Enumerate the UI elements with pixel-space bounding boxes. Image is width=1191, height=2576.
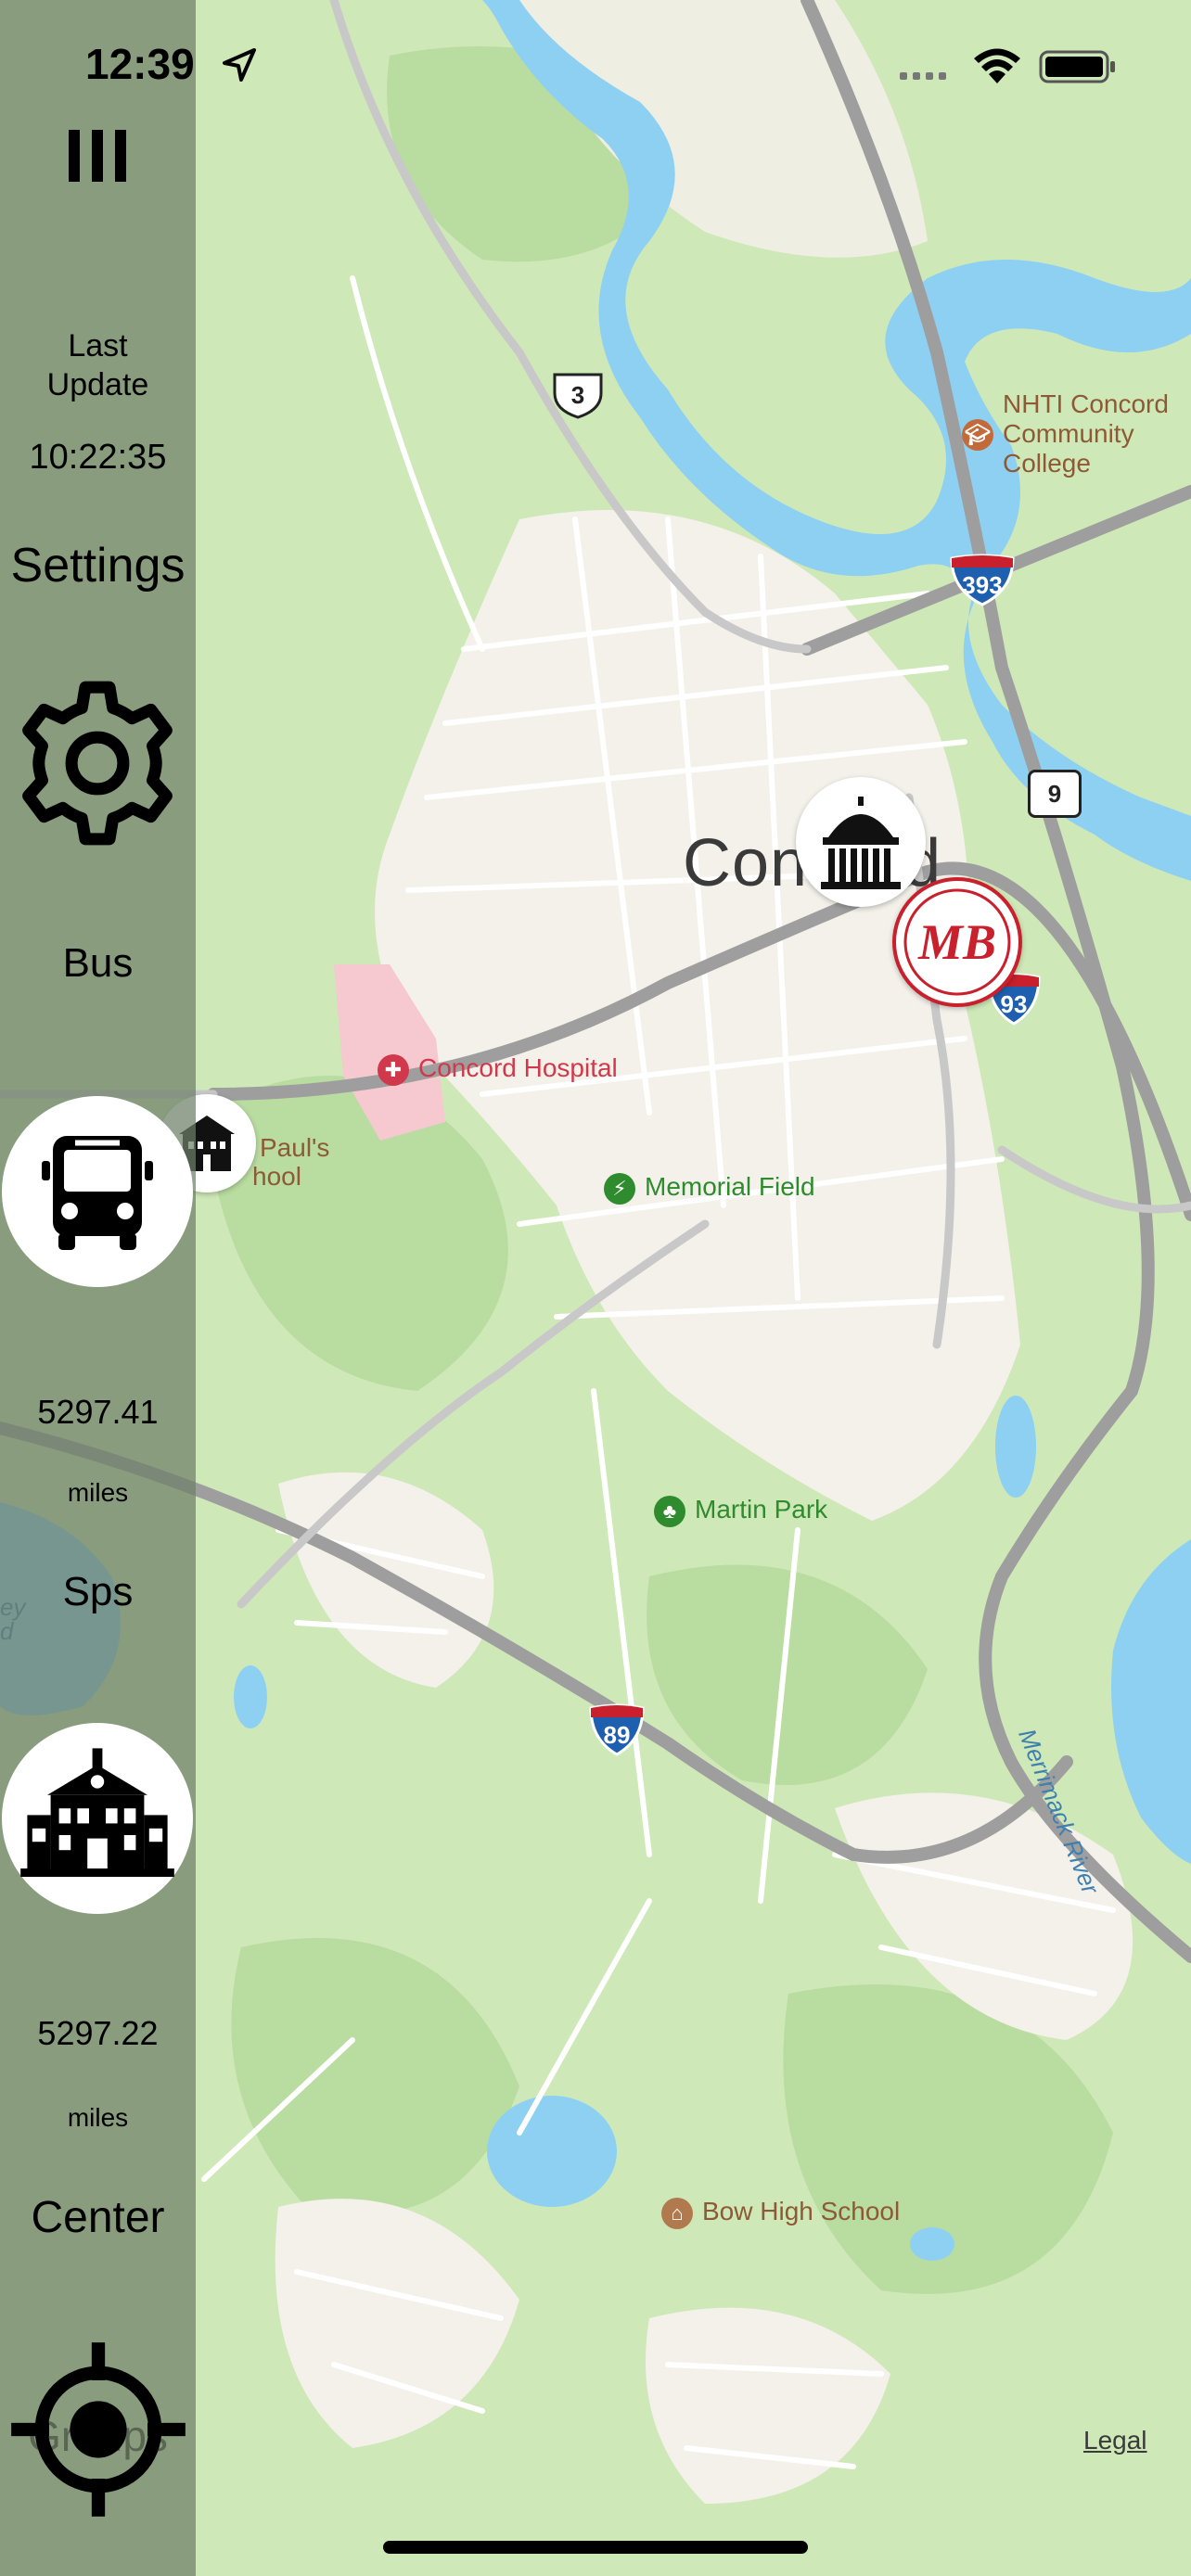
us-route-3-shield: 3	[551, 371, 605, 419]
bus-icon	[42, 1136, 153, 1250]
sidebar-panel: Last Update 10:22:35 Settings Bus 5297.4…	[0, 0, 196, 2576]
poi-nhti-line3[interactable]: College	[1003, 449, 1091, 478]
sps-button[interactable]	[2, 1723, 193, 1914]
poi-concord-hospital[interactable]: Concord Hospital	[418, 1053, 618, 1083]
nh-route-9-shield: 9	[1028, 770, 1082, 818]
crosshair-icon	[11, 2342, 186, 2517]
bus-button[interactable]	[2, 1096, 193, 1287]
park-icon: ♣	[654, 1496, 685, 1527]
bus-distance-unit: miles	[67, 1478, 129, 1507]
college-icon: 🎓︎	[962, 419, 993, 451]
capitol-icon	[821, 797, 901, 889]
interstate-393-number: 393	[962, 570, 1003, 599]
poi-st-pauls-line1[interactable]: Paul's	[260, 1133, 329, 1163]
hospital-icon: ✚	[378, 1054, 409, 1086]
poi-martin-park[interactable]: Martin Park	[695, 1495, 827, 1524]
settings-button[interactable]	[11, 677, 184, 849]
interstate-89-number: 89	[603, 1720, 631, 1749]
center-label: Center	[31, 2193, 165, 2242]
bus-label: Bus	[62, 940, 134, 986]
menu-icon	[69, 130, 126, 182]
last-update-time: 10:22:35	[29, 438, 167, 477]
mb-logo-icon: MB	[903, 888, 1011, 996]
poi-bow-high-school[interactable]: Bow High School	[702, 2197, 900, 2226]
poi-nhti-line1[interactable]: NHTI Concord	[1003, 389, 1169, 419]
home-indicator	[383, 2541, 808, 2554]
bus-distance: 5297.41	[37, 1393, 159, 1431]
poi-nhti-line2[interactable]: Community	[1003, 419, 1134, 449]
sps-distance-unit: miles	[67, 2103, 129, 2132]
sps-distance: 5297.22	[37, 2014, 159, 2052]
gear-icon	[22, 681, 173, 846]
legal-link[interactable]: Legal	[1083, 2426, 1147, 2455]
menu-button[interactable]	[65, 128, 130, 184]
stadium-icon: ⚡	[604, 1173, 635, 1205]
mb-logo-marker[interactable]: MB	[892, 877, 1022, 1007]
center-button[interactable]	[4, 2335, 193, 2524]
interstate-89-shield: 89	[587, 1702, 647, 1756]
status-time: 12:39	[85, 40, 195, 88]
interstate-393-shield: 393	[948, 553, 1017, 606]
location-arrow-icon	[221, 46, 258, 83]
us-route-3-number: 3	[570, 380, 585, 409]
settings-label: Settings	[10, 539, 186, 593]
svg-text:MB: MB	[917, 914, 996, 970]
nh-route-9-number: 9	[1047, 779, 1062, 808]
school-poi-icon: ⌂	[661, 2198, 693, 2229]
battery-icon	[1039, 50, 1117, 83]
cellular-signal-icon	[900, 69, 955, 82]
wifi-icon	[972, 46, 1022, 85]
poi-memorial-field[interactable]: Memorial Field	[645, 1172, 815, 1202]
poi-st-pauls-line2[interactable]: hool	[252, 1162, 301, 1192]
last-update-label-line2: Update	[46, 367, 149, 402]
last-update-label-line1: Last	[68, 328, 128, 363]
school-icon	[20, 1748, 174, 1877]
sps-label: Sps	[62, 1569, 134, 1614]
